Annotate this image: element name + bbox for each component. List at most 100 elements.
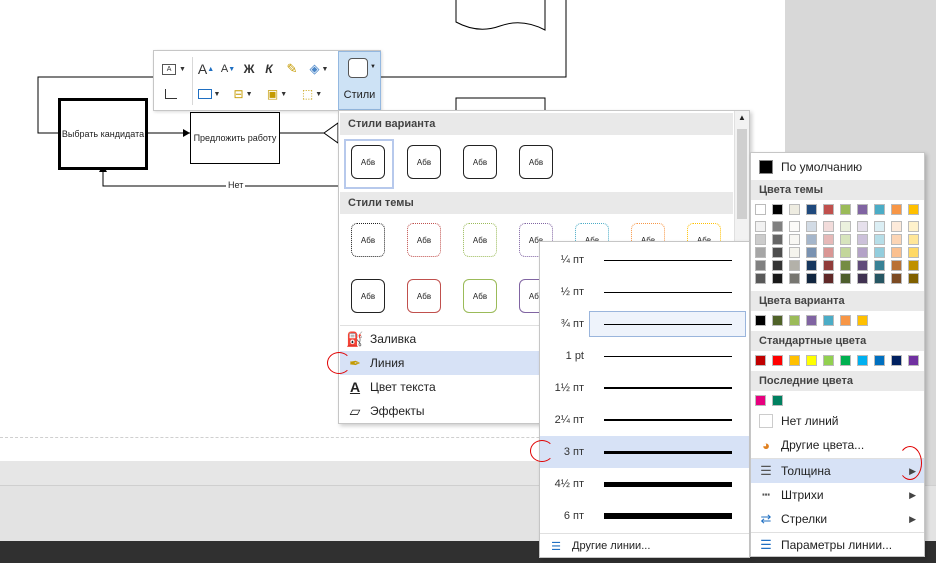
- align-text-button[interactable]: ▼: [194, 84, 224, 104]
- theme-color-shade-swatch[interactable]: [908, 221, 919, 232]
- theme-color-shade-swatch[interactable]: [874, 260, 885, 271]
- group-button[interactable]: ⬚ ▼: [296, 84, 328, 104]
- line-weight-item[interactable]: ¼ пт: [540, 244, 749, 276]
- theme-color-shade-swatch[interactable]: [891, 234, 902, 245]
- scroll-up-icon[interactable]: ▲: [738, 113, 746, 122]
- theme-color-shade-swatch[interactable]: [891, 273, 902, 284]
- theme-color-shade-swatch[interactable]: [755, 260, 766, 271]
- variant-style-swatch[interactable]: Абв: [407, 145, 441, 179]
- theme-color-swatch[interactable]: [823, 204, 834, 215]
- recent-color-swatch[interactable]: [755, 395, 766, 406]
- theme-color-shade-swatch[interactable]: [806, 234, 817, 245]
- no-lines-item[interactable]: Нет линий: [751, 409, 924, 433]
- theme-color-shade-swatch[interactable]: [789, 260, 800, 271]
- theme-color-swatch[interactable]: [772, 204, 783, 215]
- choose-candidate-shape[interactable]: Выбрать кандидата: [58, 98, 148, 170]
- variant-style-swatch[interactable]: Абв: [351, 145, 385, 179]
- line-weight-item[interactable]: ½ пт: [540, 276, 749, 308]
- line-weight-item[interactable]: 1½ пт: [540, 372, 749, 404]
- theme-color-shade-swatch[interactable]: [823, 221, 834, 232]
- theme-color-shade-swatch[interactable]: [891, 221, 902, 232]
- theme-color-swatch[interactable]: [755, 204, 766, 215]
- theme-color-shade-swatch[interactable]: [755, 247, 766, 258]
- theme-color-shade-swatch[interactable]: [908, 273, 919, 284]
- variant-color-swatch[interactable]: [857, 315, 868, 326]
- theme-color-shade-swatch[interactable]: [806, 273, 817, 284]
- dashes-item[interactable]: ┅ Штрихи ▶: [751, 483, 924, 507]
- theme-style-swatch[interactable]: Абв: [351, 223, 385, 257]
- theme-color-shade-swatch[interactable]: [755, 234, 766, 245]
- variant-color-swatch[interactable]: [840, 315, 851, 326]
- theme-color-swatch[interactable]: [840, 204, 851, 215]
- position-button[interactable]: ⊟ ▼: [228, 84, 258, 104]
- theme-color-shade-swatch[interactable]: [772, 234, 783, 245]
- standard-color-swatch[interactable]: [772, 355, 783, 366]
- theme-color-shade-swatch[interactable]: [789, 247, 800, 258]
- theme-color-shade-swatch[interactable]: [823, 234, 834, 245]
- offer-job-shape[interactable]: Предложить работу: [190, 112, 280, 164]
- theme-style-swatch[interactable]: Абв: [351, 279, 385, 313]
- line-weight-item[interactable]: 4½ пт: [540, 468, 749, 500]
- theme-color-shade-swatch[interactable]: [857, 273, 868, 284]
- theme-color-swatch[interactable]: [789, 204, 800, 215]
- font-name-button[interactable]: A ▼: [159, 59, 189, 79]
- theme-color-swatch[interactable]: [857, 204, 868, 215]
- line-weight-item[interactable]: 1 pt: [540, 340, 749, 372]
- theme-color-shade-swatch[interactable]: [874, 273, 885, 284]
- arrange-button[interactable]: ▣ ▼: [262, 84, 292, 104]
- variant-style-swatch[interactable]: Абв: [519, 145, 553, 179]
- theme-color-shade-swatch[interactable]: [857, 260, 868, 271]
- increase-font-button[interactable]: A ▲: [196, 59, 216, 79]
- theme-color-shade-swatch[interactable]: [857, 247, 868, 258]
- standard-color-swatch[interactable]: [840, 355, 851, 366]
- theme-color-shade-swatch[interactable]: [772, 247, 783, 258]
- theme-color-shade-swatch[interactable]: [908, 247, 919, 258]
- variant-color-swatch[interactable]: [806, 315, 817, 326]
- theme-color-shade-swatch[interactable]: [755, 221, 766, 232]
- standard-color-swatch[interactable]: [755, 355, 766, 366]
- styles-button[interactable]: ▼ Стили: [338, 51, 381, 110]
- theme-color-shade-swatch[interactable]: [772, 260, 783, 271]
- line-weight-item[interactable]: 3 пт: [540, 436, 749, 468]
- line-options-item[interactable]: ☰ Параметры линии...: [751, 533, 924, 557]
- theme-color-shade-swatch[interactable]: [823, 247, 834, 258]
- italic-button[interactable]: К: [260, 59, 278, 79]
- theme-color-shade-swatch[interactable]: [789, 221, 800, 232]
- theme-color-shade-swatch[interactable]: [806, 221, 817, 232]
- theme-style-swatch[interactable]: Абв: [407, 279, 441, 313]
- decrease-font-button[interactable]: A ▼: [218, 59, 238, 79]
- theme-style-swatch[interactable]: Абв: [463, 279, 497, 313]
- theme-color-shade-swatch[interactable]: [891, 260, 902, 271]
- variant-color-swatch[interactable]: [789, 315, 800, 326]
- standard-color-swatch[interactable]: [891, 355, 902, 366]
- other-colors-item[interactable]: ◕ Другие цвета...: [751, 433, 924, 457]
- theme-color-shade-swatch[interactable]: [857, 234, 868, 245]
- variant-color-swatch[interactable]: [772, 315, 783, 326]
- scroll-thumb[interactable]: [737, 129, 747, 219]
- theme-color-shade-swatch[interactable]: [789, 234, 800, 245]
- variant-color-swatch[interactable]: [755, 315, 766, 326]
- theme-color-shade-swatch[interactable]: [891, 247, 902, 258]
- default-color-item[interactable]: По умолчанию: [751, 155, 924, 179]
- theme-color-shade-swatch[interactable]: [908, 234, 919, 245]
- theme-color-shade-swatch[interactable]: [874, 221, 885, 232]
- standard-color-swatch[interactable]: [789, 355, 800, 366]
- arrows-item[interactable]: ⇄ Стрелки ▶: [751, 507, 924, 531]
- theme-color-shade-swatch[interactable]: [772, 221, 783, 232]
- theme-color-shade-swatch[interactable]: [874, 247, 885, 258]
- theme-color-shade-swatch[interactable]: [806, 260, 817, 271]
- recent-color-swatch[interactable]: [772, 395, 783, 406]
- theme-color-shade-swatch[interactable]: [908, 260, 919, 271]
- connector-button[interactable]: [159, 84, 183, 104]
- theme-style-swatch[interactable]: Абв: [463, 223, 497, 257]
- theme-color-shade-swatch[interactable]: [840, 247, 851, 258]
- fill-color-button[interactable]: ◈ ▼: [304, 59, 334, 79]
- line-weight-item[interactable]: 6 пт: [540, 500, 749, 532]
- theme-color-swatch[interactable]: [806, 204, 817, 215]
- standard-color-swatch[interactable]: [806, 355, 817, 366]
- line-weight-item[interactable]: ¾ пт: [540, 308, 749, 340]
- variant-style-swatch[interactable]: Абв: [463, 145, 497, 179]
- theme-color-shade-swatch[interactable]: [755, 273, 766, 284]
- theme-color-shade-swatch[interactable]: [789, 273, 800, 284]
- theme-color-shade-swatch[interactable]: [874, 234, 885, 245]
